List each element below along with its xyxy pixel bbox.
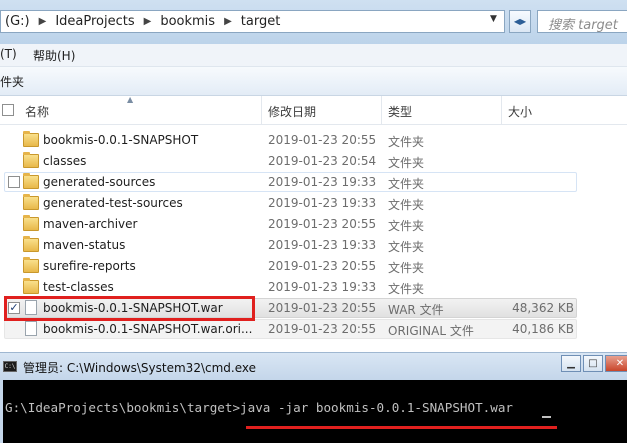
column-type[interactable]: 类型 (388, 103, 412, 120)
file-date: 2019-01-23 20:54 (268, 154, 377, 168)
maximize-button[interactable]: □ (583, 355, 603, 372)
column-divider[interactable] (261, 96, 262, 124)
file-date: 2019-01-23 19:33 (268, 196, 377, 210)
file-type: 文件夹 (388, 240, 425, 254)
column-name[interactable]: 名称 (25, 103, 49, 120)
file-name: maven-status (43, 238, 126, 252)
file-name: generated-test-sources (43, 196, 183, 210)
list-item[interactable]: test-classes 2019-01-23 19:33 文件夹 (0, 277, 627, 298)
breadcrumb-bookmis[interactable]: bookmis (156, 14, 219, 29)
cmd-title: 管理员: C:\Windows\System32\cmd.exe (23, 361, 256, 375)
folder-icon (23, 173, 39, 189)
folder-icon (23, 278, 39, 294)
address-bar[interactable]: (G:) ▶ IdeaProjects ▶ bookmis ▶ target (0, 10, 505, 33)
refresh-button[interactable]: ◀▶ (509, 10, 531, 33)
row-checkbox[interactable] (8, 176, 20, 188)
folder-icon (23, 215, 39, 231)
list-item[interactable]: bookmis-0.0.1-SNAPSHOT 2019-01-23 20:55 … (0, 130, 627, 151)
new-folder-button[interactable]: 件夹 (0, 73, 24, 90)
file-date: 2019-01-23 20:55 (268, 133, 377, 147)
file-type: 文件夹 (388, 177, 425, 191)
file-date: 2019-01-23 19:33 (268, 280, 377, 294)
file-size: 40,186 KB (512, 322, 574, 336)
menu-bar: (T) 帮助(H) (0, 44, 627, 67)
list-item[interactable]: classes 2019-01-23 20:54 文件夹 (0, 151, 627, 172)
search-input[interactable]: 搜索 target (537, 10, 627, 33)
close-button[interactable]: ✕ (605, 355, 627, 372)
address-bar-area: (G:) ▶ IdeaProjects ▶ bookmis ▶ target ▼… (0, 0, 627, 44)
folder-icon (23, 257, 39, 273)
text-cursor (542, 416, 551, 418)
file-type: WAR 文件 (388, 303, 444, 317)
column-header: ▲ 名称 修改日期 类型 大小 (0, 95, 627, 125)
file-type: 文件夹 (388, 219, 425, 233)
file-type: 文件夹 (388, 135, 425, 149)
file-type: ORIGINAL 文件 (388, 324, 474, 338)
column-size[interactable]: 大小 (508, 103, 532, 120)
file-date: 2019-01-23 20:55 (268, 301, 377, 315)
folder-icon (23, 152, 39, 168)
breadcrumb-target[interactable]: target (237, 14, 285, 29)
breadcrumb-ideaprojects[interactable]: IdeaProjects (51, 14, 138, 29)
file-type: 文件夹 (388, 261, 425, 275)
list-item[interactable]: maven-archiver 2019-01-23 20:55 文件夹 (0, 214, 627, 235)
cmd-app-icon: C:\ (3, 361, 17, 372)
breadcrumb-arrow-icon[interactable]: ▶ (219, 16, 237, 27)
explorer-window: (G:) ▶ IdeaProjects ▶ bookmis ▶ target ▼… (0, 0, 627, 352)
folder-icon (23, 131, 39, 147)
cmd-title-bar[interactable]: C:\ 管理员: C:\Windows\System32\cmd.exe ▁ □… (0, 352, 627, 380)
file-name: maven-archiver (43, 217, 138, 231)
list-item[interactable]: generated-sources 2019-01-23 19:33 文件夹 (0, 172, 627, 193)
minimize-icon: ▁ (567, 358, 575, 369)
column-modified[interactable]: 修改日期 (268, 103, 316, 120)
column-divider[interactable] (501, 96, 502, 124)
file-name: classes (43, 154, 87, 168)
address-drive[interactable]: (G:) (1, 14, 34, 29)
file-type: 文件夹 (388, 282, 425, 296)
file-date: 2019-01-23 20:55 (268, 217, 377, 231)
cmd-console[interactable]: G:\IdeaProjects\bookmis\target>java -jar… (0, 380, 627, 443)
file-date: 2019-01-23 20:55 (268, 322, 377, 336)
file-name: generated-sources (43, 175, 156, 189)
select-all-checkbox[interactable] (2, 104, 14, 116)
folder-icon (23, 194, 39, 210)
file-name: test-classes (43, 280, 114, 294)
close-icon: ✕ (615, 358, 625, 369)
file-date: 2019-01-23 20:55 (268, 259, 377, 273)
minimize-button[interactable]: ▁ (561, 355, 581, 372)
file-type: 文件夹 (388, 156, 425, 170)
sort-ascending-icon: ▲ (127, 95, 134, 104)
list-item[interactable]: bookmis-0.0.1-SNAPSHOT.war.ori... 2019-0… (0, 319, 627, 340)
file-size: 48,362 KB (512, 301, 574, 315)
list-item[interactable]: surefire-reports 2019-01-23 20:55 文件夹 (0, 256, 627, 277)
folder-icon (23, 236, 39, 252)
file-name: surefire-reports (43, 259, 136, 273)
column-divider[interactable] (381, 96, 382, 124)
menu-help[interactable]: 帮助(H) (33, 47, 75, 64)
cmd-line: G:\IdeaProjects\bookmis\target>java -jar… (5, 400, 513, 415)
breadcrumb-arrow-icon[interactable]: ▶ (34, 16, 52, 27)
annotation-underline (246, 426, 557, 429)
maximize-icon: □ (588, 358, 598, 369)
cmd-window: C:\ 管理员: C:\Windows\System32\cmd.exe ▁ □… (0, 352, 627, 443)
breadcrumb-arrow-icon[interactable]: ▶ (139, 16, 157, 27)
file-icon (25, 321, 37, 336)
menu-tools[interactable]: (T) (0, 47, 17, 61)
annotation-highlight-box (4, 296, 255, 321)
cmd-command: java -jar bookmis-0.0.1-SNAPSHOT.war (240, 400, 514, 415)
file-date: 2019-01-23 19:33 (268, 238, 377, 252)
refresh-icon: ◀▶ (513, 17, 527, 26)
file-name: bookmis-0.0.1-SNAPSHOT.war.ori... (43, 322, 253, 336)
cmd-prompt: G:\IdeaProjects\bookmis\target> (5, 400, 241, 415)
address-dropdown-icon[interactable]: ▼ (490, 14, 497, 24)
file-name: bookmis-0.0.1-SNAPSHOT (43, 133, 199, 147)
file-type: 文件夹 (388, 198, 425, 212)
list-item[interactable]: maven-status 2019-01-23 19:33 文件夹 (0, 235, 627, 256)
toolbar: 件夹 (0, 67, 627, 96)
file-date: 2019-01-23 19:33 (268, 175, 377, 189)
list-item[interactable]: generated-test-sources 2019-01-23 19:33 … (0, 193, 627, 214)
